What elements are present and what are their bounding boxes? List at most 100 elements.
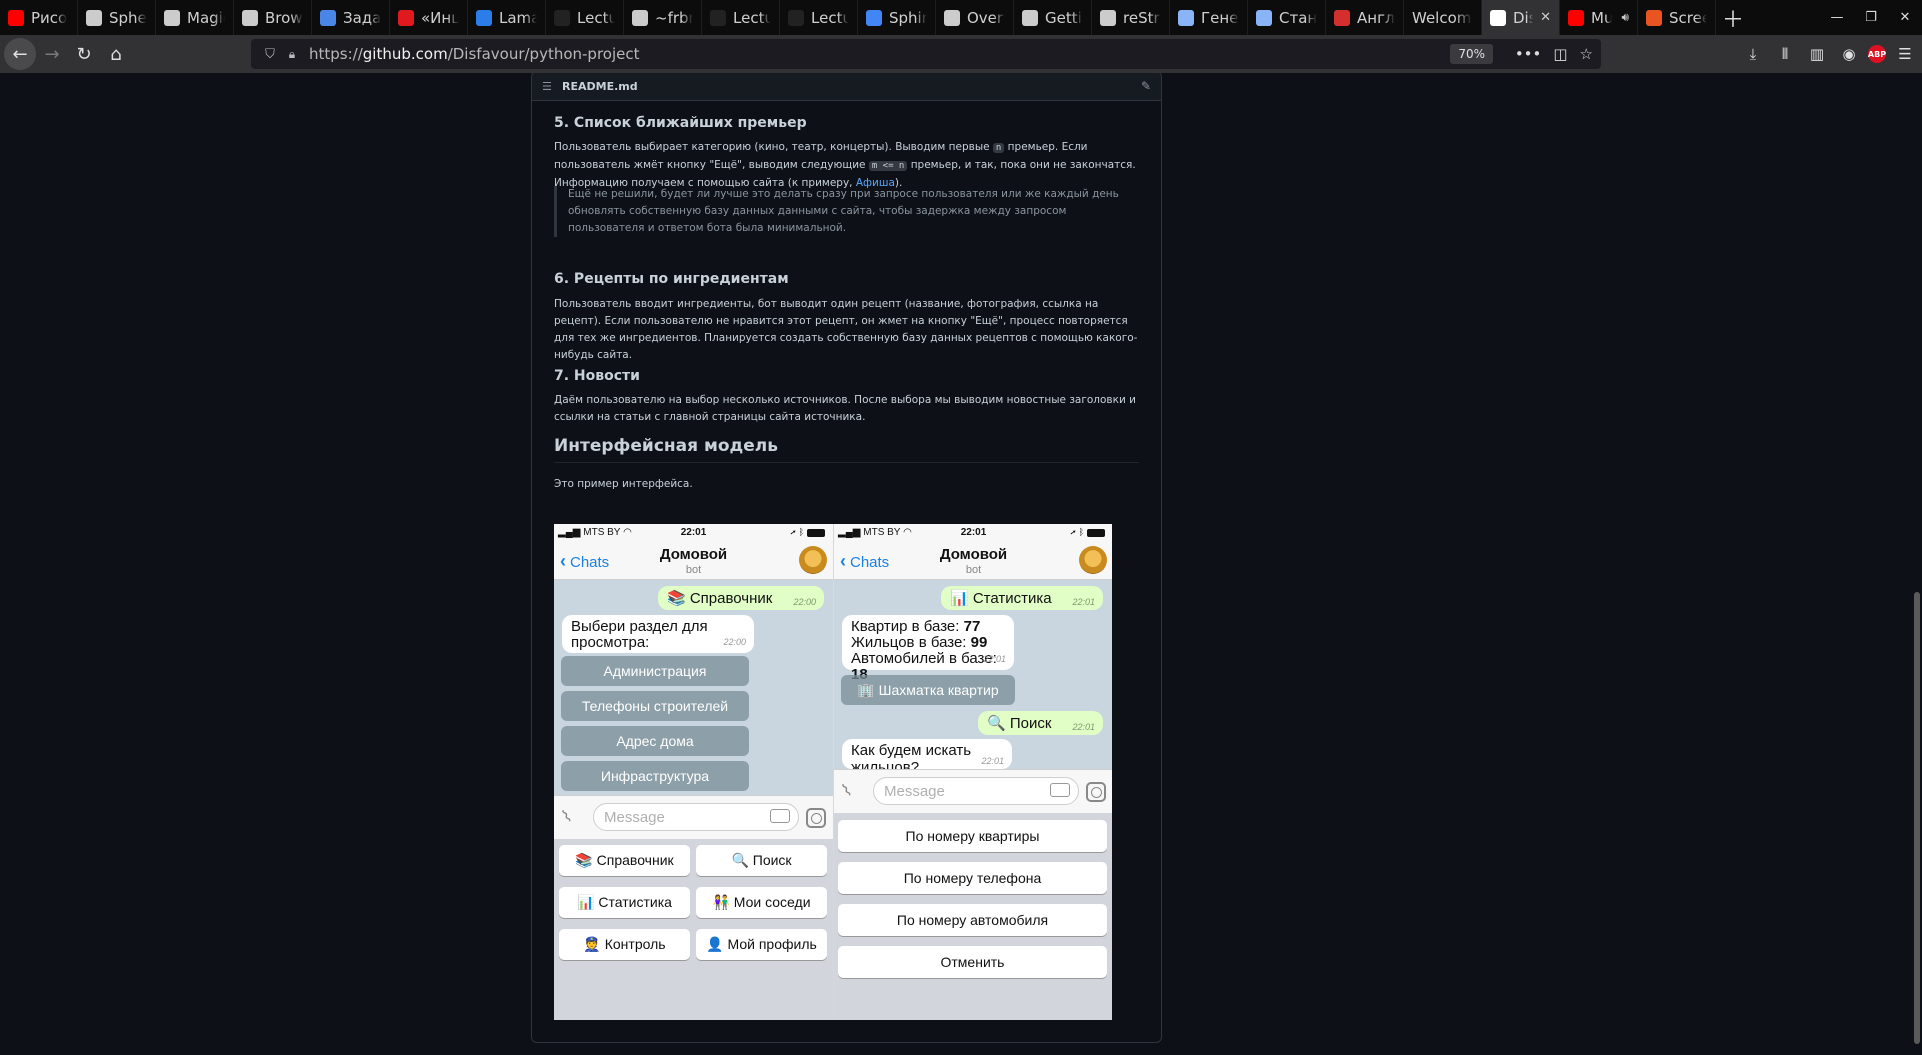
browser-tab[interactable]: Brow [234, 0, 312, 35]
menu-icon[interactable]: ☰ [1892, 38, 1918, 70]
browser-tab[interactable]: Overv [936, 0, 1014, 35]
stat-line: Жильцов в базе: 99 [851, 634, 988, 651]
section-7-title: 7. Новости [554, 368, 640, 384]
keyboard-button[interactable]: 👤 Мой профиль [696, 929, 827, 960]
keyboard-button[interactable]: 📚 Справочник [559, 845, 690, 876]
reload-icon: ↻ [76, 43, 92, 65]
tab-label: «Инц [421, 8, 459, 27]
camera-icon[interactable] [806, 808, 826, 828]
browser-tab[interactable]: Dis ✕ [1482, 0, 1560, 35]
browser-tab[interactable]: Spher [78, 0, 156, 35]
inline-button[interactable]: Инфраструктура [561, 761, 749, 791]
keyboard-button[interactable]: 🔍 Поиск [696, 845, 827, 876]
address-bar[interactable]: ⛉ 🔒︎ https://github.com/Disfavour/python… [251, 39, 1601, 69]
chat-header: ‹ Chats Домовой bot [554, 542, 833, 580]
minimize-button[interactable]: — [1820, 0, 1854, 35]
readme-header: ☰ README.md ✎ [532, 73, 1161, 101]
message-input[interactable]: Message [593, 803, 799, 831]
reload-button[interactable]: ↻ [68, 38, 100, 70]
inline-button[interactable]: Телефоны строителей [561, 691, 749, 721]
inline-button[interactable]: Адрес дома [561, 726, 749, 756]
attach-icon[interactable]: ⌇ [839, 780, 856, 801]
youtube-icon [8, 9, 24, 26]
page-actions-icon[interactable]: ••• [1515, 45, 1542, 63]
browser-tab[interactable]: Sphin [858, 0, 936, 35]
camera-icon[interactable] [1086, 782, 1106, 802]
pocket-icon[interactable]: ◫ [1553, 45, 1567, 63]
tab-label: Sphin [889, 8, 927, 27]
status-bar: ▂▄▆ MTS BY ◠ 22:01 ➚ ᛒ [554, 524, 833, 542]
keyboard-button[interactable]: 📊 Статистика [559, 887, 690, 918]
browser-tab[interactable]: Gettin [1014, 0, 1092, 35]
message-input-bar: ⌇ Message [554, 795, 833, 839]
keyboard-button[interactable]: 👮 Контроль [559, 929, 690, 960]
url-host: github.com [362, 45, 448, 63]
home-button[interactable]: ⌂ [100, 38, 132, 70]
arrow-right-icon: → [44, 43, 60, 65]
keyboard-icon[interactable] [1050, 783, 1070, 797]
browser-tab[interactable]: Станд [1248, 0, 1326, 35]
youtube-icon [1568, 9, 1584, 26]
new-tab-button[interactable]: ＋ [1716, 0, 1750, 35]
browser-tab[interactable]: ~frbn [624, 0, 702, 35]
keyboard-button[interactable]: По номеру телефона [838, 862, 1107, 894]
docs-icon [1100, 9, 1116, 26]
browser-tab[interactable]: reStru [1092, 0, 1170, 35]
browser-tab[interactable]: Рисо [0, 0, 78, 35]
browser-tab[interactable]: Mus 🔊︎ [1560, 0, 1638, 35]
bot-avatar[interactable] [1079, 546, 1107, 574]
keyboard-button[interactable]: 👫 Мои соседи [696, 887, 827, 918]
restore-button[interactable]: ❐ [1854, 0, 1888, 35]
speaker-icon[interactable]: 🔊︎ [1621, 10, 1629, 25]
chat-header: ‹ Chats Домовой bot [834, 542, 1112, 580]
bot-avatar[interactable] [799, 546, 827, 574]
docs-icon [1022, 9, 1038, 26]
keyboard-button[interactable]: По номеру квартиры [838, 820, 1107, 852]
sidebar-icon[interactable]: ▥ [1804, 38, 1830, 70]
tab-label: Overv [967, 8, 1005, 27]
scrollbar-thumb[interactable] [1914, 592, 1920, 1044]
keyboard-button[interactable]: Отменить [838, 946, 1107, 978]
close-tab-icon[interactable]: ✕ [1540, 10, 1551, 25]
keyboard-icon[interactable] [770, 809, 790, 823]
attach-icon[interactable]: ⌇ [559, 806, 576, 827]
browser-tab[interactable]: Lama [468, 0, 546, 35]
inline-button[interactable]: 🏢 Шахматка квартир [841, 675, 1015, 705]
browser-tab[interactable]: Англи [1326, 0, 1404, 35]
tab-label: Lectu [811, 8, 849, 27]
list-icon[interactable]: ☰ [542, 80, 562, 93]
readme-filename: README.md [562, 79, 638, 93]
pencil-icon[interactable]: ✎ [1141, 79, 1151, 93]
account-icon[interactable]: ◉ [1836, 38, 1862, 70]
browser-tab[interactable]: Генер [1170, 0, 1248, 35]
browser-tab[interactable]: Lectu [546, 0, 624, 35]
message-input-bar: ⌇ Message [834, 769, 1112, 813]
browser-tab[interactable]: Lectu [702, 0, 780, 35]
status-right: ➚ ᛒ [1071, 527, 1105, 537]
back-button[interactable]: ← [4, 38, 36, 70]
browser-tab[interactable]: Scree [1638, 0, 1716, 35]
browser-tab[interactable]: Lectu [780, 0, 858, 35]
adblock-icon[interactable]: ABP [1868, 45, 1886, 63]
inline-button[interactable]: Администрация [561, 656, 749, 686]
zoom-indicator[interactable]: 70% [1450, 44, 1493, 64]
forward-button[interactable]: → [36, 38, 68, 70]
browser-tab[interactable]: Magic [156, 0, 234, 35]
library-icon[interactable]: ⫴ [1772, 38, 1798, 70]
browser-tab[interactable]: «Инц [390, 0, 468, 35]
tracking-shield-icon[interactable]: ⛉ [257, 47, 283, 62]
url-text[interactable]: https://github.com/Disfavour/python-proj… [309, 45, 640, 63]
keyboard-button[interactable]: По номеру автомобиля [838, 904, 1107, 936]
chat-area: 📚 Справочник 22:00 Выбери раздел для прос… [554, 580, 833, 795]
lock-icon[interactable]: 🔒︎ [283, 47, 301, 62]
tab-label: Lama [499, 8, 537, 27]
message-input[interactable]: Message [873, 777, 1079, 805]
vertical-scrollbar[interactable] [1912, 73, 1922, 1055]
close-window-button[interactable]: ✕ [1888, 0, 1922, 35]
bookmark-star-icon[interactable]: ☆ [1580, 45, 1593, 63]
downloads-icon[interactable]: ⤓ [1740, 38, 1766, 70]
tab-label: Задан [343, 8, 381, 27]
browser-tab[interactable]: Задан [312, 0, 390, 35]
tab-label: Mus [1591, 8, 1612, 27]
browser-tab[interactable]: Welcome [1404, 0, 1482, 35]
